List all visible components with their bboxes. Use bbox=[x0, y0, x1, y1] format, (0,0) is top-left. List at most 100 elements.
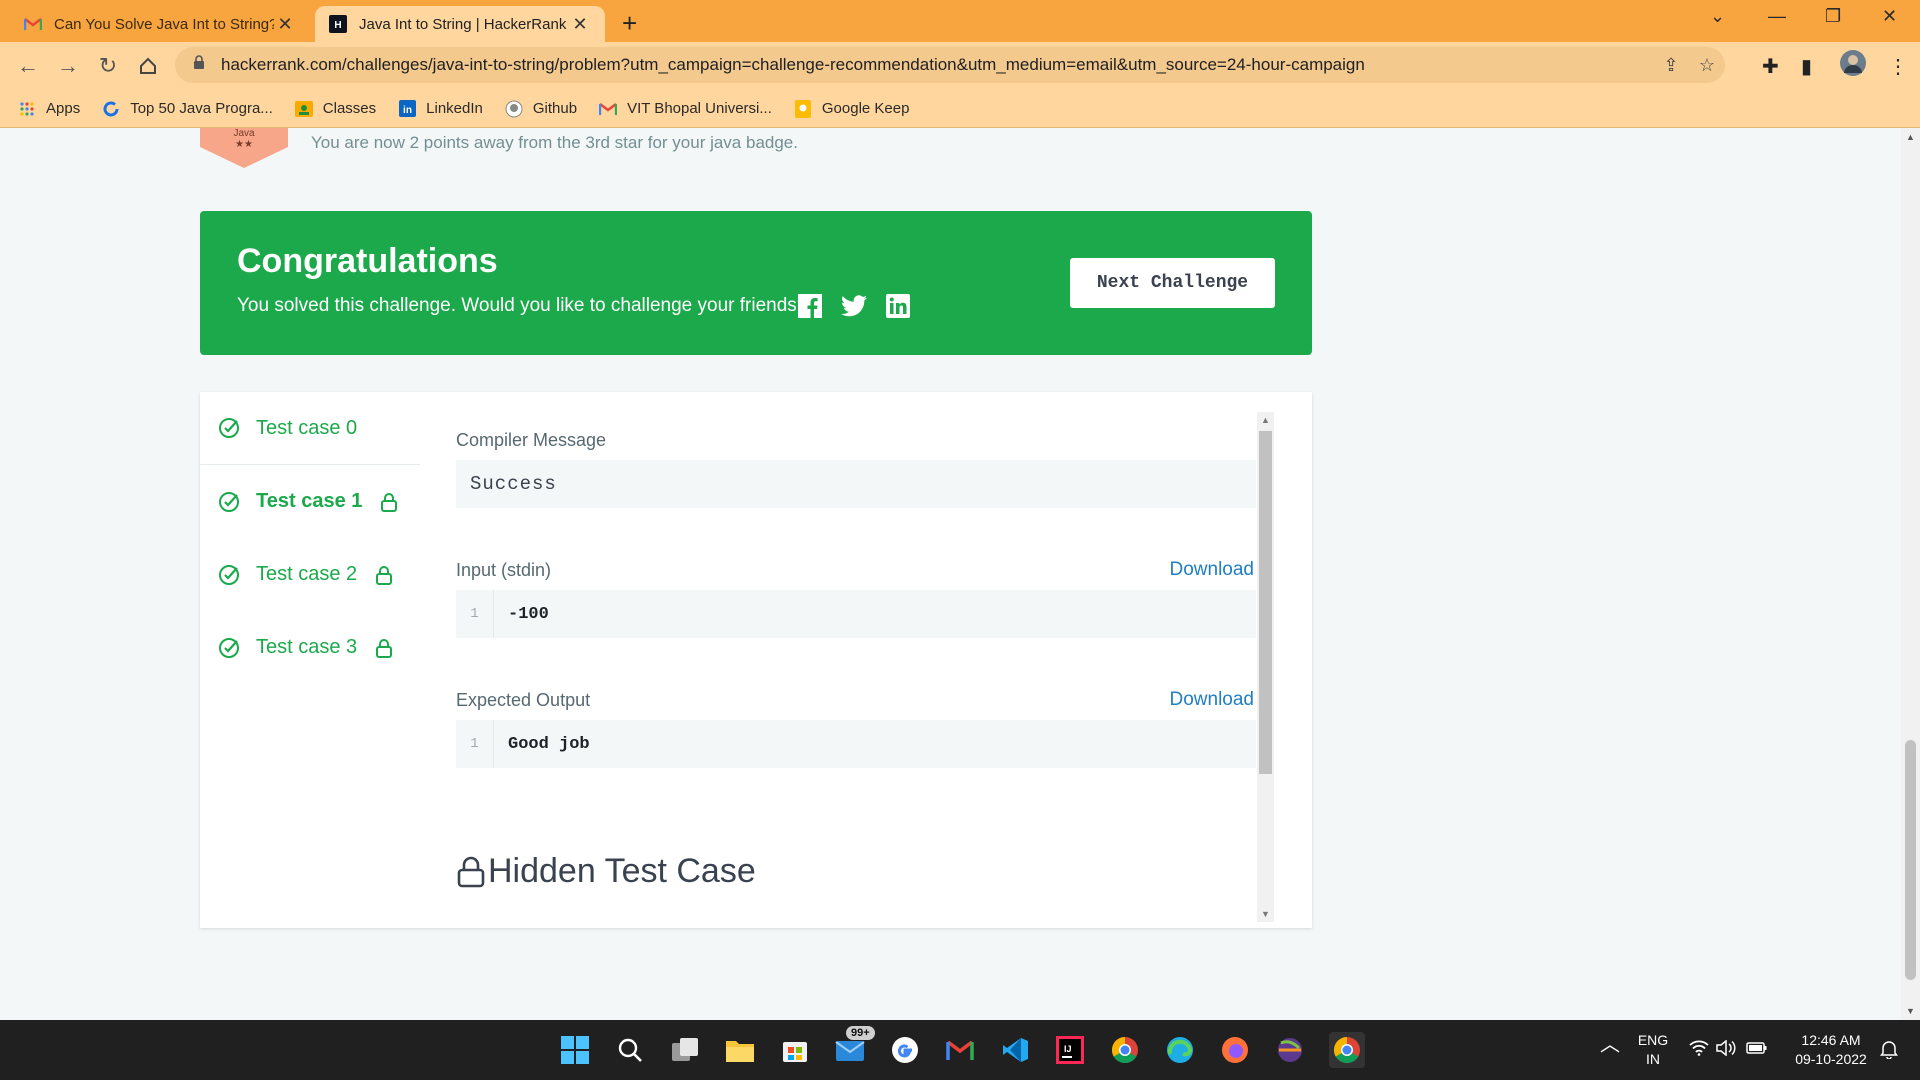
github-icon bbox=[505, 100, 523, 118]
close-window-icon[interactable]: ✕ bbox=[1882, 6, 1897, 27]
scroll-up-icon[interactable]: ▲ bbox=[1257, 415, 1274, 425]
side-panel-icon[interactable]: ▮ bbox=[1801, 54, 1812, 79]
classroom-icon bbox=[294, 100, 313, 118]
test-case-detail: Compiler Message Success Input (stdin) D… bbox=[456, 392, 1256, 928]
check-circle-icon bbox=[219, 491, 239, 512]
scroll-down-icon[interactable]: ▼ bbox=[1257, 909, 1274, 919]
test-case-1[interactable]: Test case 1 bbox=[200, 465, 420, 538]
bookmark-linkedin[interactable]: in LinkedIn bbox=[398, 100, 483, 118]
line-number: 1 bbox=[456, 720, 494, 768]
linkedin-share-icon[interactable] bbox=[885, 293, 911, 319]
bookmark-google-keep[interactable]: Google Keep bbox=[794, 99, 910, 118]
windows-taskbar: 99+ IJ ︿ ENG IN 12:46 AM 09-10-2022 bbox=[0, 1020, 1920, 1080]
badge-label: Java bbox=[233, 128, 255, 139]
input-box: 1 -100 bbox=[456, 590, 1256, 638]
bookmark-java-programs[interactable]: Top 50 Java Progra... bbox=[102, 100, 273, 118]
congrats-subtitle: You solved this challenge. Would you lik… bbox=[237, 295, 808, 316]
lock-icon bbox=[376, 565, 393, 585]
apps-grid-icon bbox=[18, 100, 36, 118]
svg-text:in: in bbox=[403, 105, 412, 116]
bookmarks-bar: Apps Top 50 Java Progra... Classes in Li… bbox=[0, 90, 1920, 128]
region-code: IN bbox=[1646, 1051, 1660, 1067]
bookmark-label: Google Keep bbox=[821, 100, 910, 117]
test-case-label: Test case 1 bbox=[256, 490, 363, 512]
close-icon[interactable]: ✕ bbox=[274, 14, 296, 35]
scrollbar-thumb[interactable] bbox=[1259, 431, 1272, 774]
bookmark-star-icon[interactable]: ☆ bbox=[1689, 55, 1725, 76]
menu-kebab-icon[interactable]: ⋮ bbox=[1888, 54, 1908, 79]
avatar[interactable] bbox=[1840, 50, 1866, 82]
mail-icon[interactable]: 99+ bbox=[834, 1026, 875, 1066]
edge-icon[interactable] bbox=[1164, 1034, 1196, 1066]
new-tab-button[interactable]: + bbox=[622, 8, 637, 39]
congrats-title: Congratulations bbox=[237, 242, 498, 280]
chrome-active-icon[interactable] bbox=[1329, 1032, 1365, 1068]
tab-title: Can You Solve Java Int to String? bbox=[54, 15, 274, 33]
badge-stars: ★★ bbox=[235, 139, 253, 150]
reload-icon[interactable]: ↻ bbox=[94, 52, 122, 80]
check-circle-icon bbox=[219, 564, 239, 585]
tab-search-icon[interactable]: ⌄ bbox=[1710, 6, 1725, 27]
bookmark-vit-bhopal[interactable]: VIT Bhopal Universi... bbox=[599, 100, 772, 118]
chrome-icon[interactable] bbox=[1109, 1034, 1141, 1066]
share-icon[interactable]: ⇪ bbox=[1653, 55, 1689, 76]
test-case-3[interactable]: Test case 3 bbox=[200, 611, 420, 684]
url-text: hackerrank.com/challenges/java-int-to-st… bbox=[221, 55, 1365, 74]
back-icon[interactable]: ← bbox=[14, 52, 42, 80]
file-explorer-icon[interactable] bbox=[724, 1034, 756, 1066]
input-download-link[interactable]: Download bbox=[1170, 559, 1255, 581]
intellij-icon[interactable]: IJ bbox=[1054, 1034, 1086, 1066]
hidden-test-case-notice: Hidden Test Case bbox=[456, 852, 756, 891]
test-case-0[interactable]: Test case 0 bbox=[200, 392, 420, 465]
bookmark-apps[interactable]: Apps bbox=[18, 100, 80, 118]
output-download-link[interactable]: Download bbox=[1170, 689, 1255, 711]
restore-icon[interactable]: ❐ bbox=[1825, 6, 1841, 27]
hidden-test-case-label: Hidden Test Case bbox=[488, 852, 756, 890]
browser-toolbar: ← → ↻ hackerrank.com/challenges/java-int… bbox=[0, 42, 1920, 90]
scroll-up-icon[interactable]: ▲ bbox=[1901, 132, 1920, 142]
task-view-icon[interactable] bbox=[669, 1034, 701, 1066]
address-bar[interactable]: hackerrank.com/challenges/java-int-to-st… bbox=[175, 47, 1725, 83]
firefox-icon[interactable] bbox=[1219, 1034, 1251, 1066]
home-icon[interactable] bbox=[134, 52, 162, 80]
detail-scrollbar[interactable]: ▲ ▼ bbox=[1257, 412, 1274, 922]
test-results-panel: Test case 0 Test case 1 Test case 2 Test… bbox=[200, 392, 1312, 928]
forward-icon[interactable]: → bbox=[54, 52, 82, 80]
bookmark-classes[interactable]: Classes bbox=[294, 100, 376, 118]
browser-tab-hackerrank[interactable]: H Java Int to String | HackerRank ✕ bbox=[315, 6, 605, 42]
windows-start-icon[interactable] bbox=[559, 1034, 591, 1066]
page-content: Java ★★ You are now 2 points away from t… bbox=[0, 128, 1920, 1020]
badge-progress-message: You are now 2 points away from the 3rd s… bbox=[311, 133, 798, 152]
close-icon[interactable]: ✕ bbox=[569, 14, 591, 35]
bookmark-github[interactable]: Github bbox=[505, 100, 577, 118]
test-case-2[interactable]: Test case 2 bbox=[200, 538, 420, 611]
test-case-list: Test case 0 Test case 1 Test case 2 Test… bbox=[200, 392, 420, 684]
search-icon[interactable] bbox=[614, 1034, 646, 1066]
show-hidden-icons-icon[interactable]: ︿ bbox=[1600, 1035, 1620, 1055]
facebook-icon[interactable] bbox=[797, 293, 823, 319]
bookmark-label: Apps bbox=[46, 100, 81, 117]
volume-icon[interactable] bbox=[1716, 1039, 1738, 1061]
test-case-label: Test case 2 bbox=[256, 563, 358, 585]
page-scrollbar[interactable]: ▲ ▼ bbox=[1901, 128, 1920, 1020]
twitter-icon[interactable] bbox=[841, 293, 867, 319]
google-icon[interactable] bbox=[889, 1034, 921, 1066]
linkedin-icon: in bbox=[398, 100, 416, 118]
gmail-icon[interactable] bbox=[944, 1034, 976, 1066]
battery-icon[interactable] bbox=[1746, 1041, 1768, 1060]
tab-title: Java Int to String | HackerRank bbox=[359, 15, 567, 33]
microsoft-store-icon[interactable] bbox=[779, 1034, 811, 1066]
eclipse-icon[interactable] bbox=[1274, 1034, 1306, 1066]
browser-tab-gmail[interactable]: Can You Solve Java Int to String? ✕ bbox=[10, 6, 310, 42]
compiler-message-box: Success bbox=[456, 460, 1256, 508]
clock[interactable]: 12:46 AM 09-10-2022 bbox=[1788, 1031, 1874, 1069]
vscode-icon[interactable] bbox=[999, 1034, 1031, 1066]
scrollbar-thumb[interactable] bbox=[1905, 740, 1916, 980]
wifi-icon[interactable] bbox=[1689, 1040, 1709, 1061]
minimize-icon[interactable]: — bbox=[1768, 6, 1786, 27]
language-indicator[interactable]: ENG IN bbox=[1635, 1031, 1671, 1069]
next-challenge-button[interactable]: Next Challenge bbox=[1070, 258, 1275, 308]
notification-bell-icon[interactable] bbox=[1880, 1039, 1898, 1064]
extensions-icon[interactable]: ✚ bbox=[1762, 54, 1779, 79]
scroll-down-icon[interactable]: ▼ bbox=[1901, 1006, 1920, 1016]
